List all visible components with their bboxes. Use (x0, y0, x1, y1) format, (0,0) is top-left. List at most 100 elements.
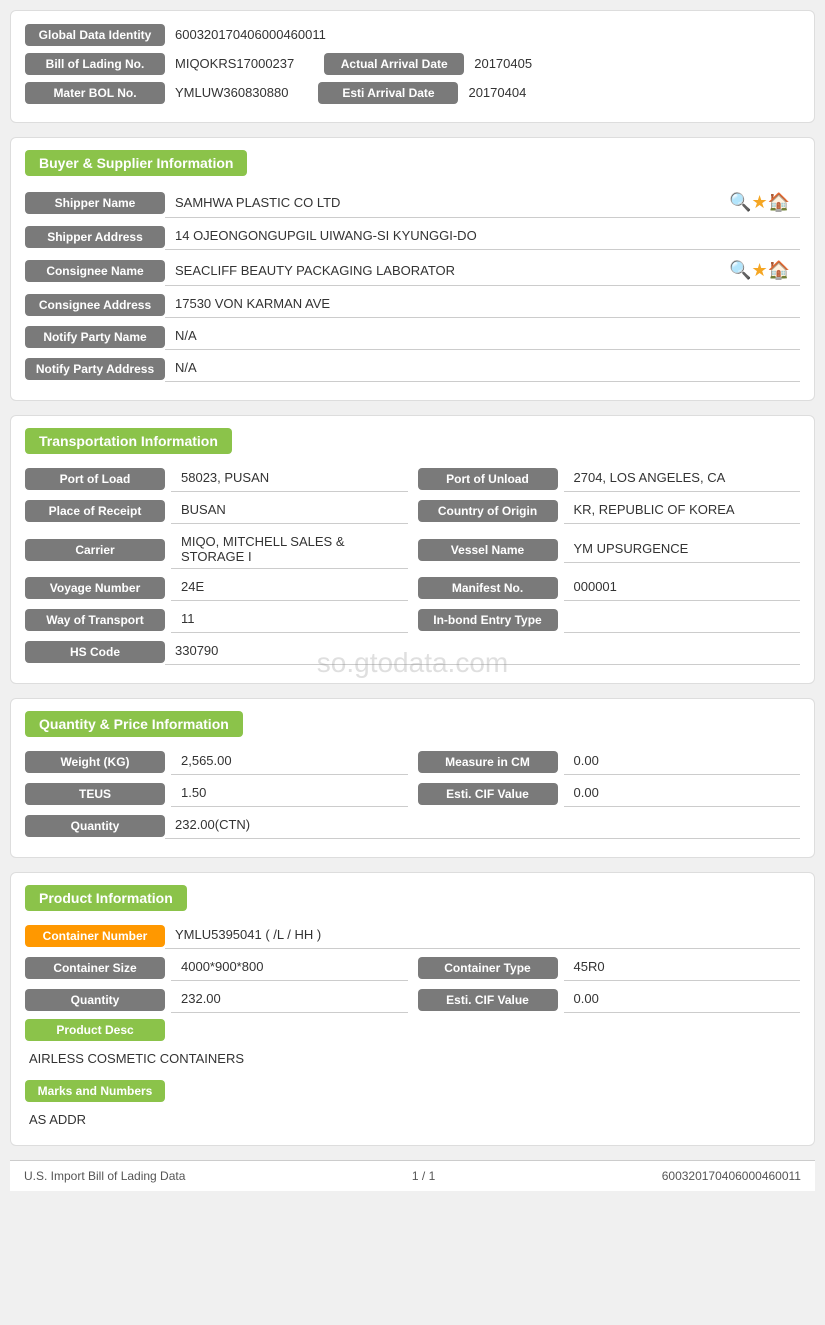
way-of-transport-value: 11 (171, 607, 408, 633)
esti-cif-value-label: Esti. CIF Value (418, 783, 558, 805)
container-size-label: Container Size (25, 957, 165, 979)
consignee-star-icon[interactable]: ★ (751, 260, 767, 281)
shipper-address-label: Shipper Address (25, 226, 165, 248)
port-of-load-value: 58023, PUSAN (171, 466, 408, 492)
shipper-name-row: Shipper Name SAMHWA PLASTIC CO LTD 🔍 ★ 🏠 (25, 188, 800, 218)
in-bond-entry-type-group: In-bond Entry Type (418, 607, 801, 633)
container-size-value: 4000*900*800 (171, 955, 408, 981)
measure-in-cm-label: Measure in CM (418, 751, 558, 773)
quantity-value: 232.00(CTN) (165, 813, 800, 839)
place-receipt-country-row: Place of Receipt BUSAN Country of Origin… (25, 498, 800, 524)
container-number-label: Container Number (25, 925, 165, 947)
voyage-manifest-row: Voyage Number 24E Manifest No. 000001 (25, 575, 800, 601)
container-type-value: 45R0 (564, 955, 801, 981)
product-desc-label: Product Desc (25, 1019, 165, 1041)
notify-party-name-label: Notify Party Name (25, 326, 165, 348)
buyer-supplier-title: Buyer & Supplier Information (25, 150, 247, 176)
shipper-home-icon[interactable]: 🏠 (768, 192, 790, 213)
way-inbond-row: Way of Transport 11 In-bond Entry Type (25, 607, 800, 633)
port-of-unload-value: 2704, LOS ANGELES, CA (564, 466, 801, 492)
measure-in-cm-value: 0.00 (564, 749, 801, 775)
hs-code-row: HS Code 330790 (25, 639, 800, 665)
teus-value: 1.50 (171, 781, 408, 807)
manifest-no-label: Manifest No. (418, 577, 558, 599)
consignee-name-row: Consignee Name SEACLIFF BEAUTY PACKAGING… (25, 256, 800, 286)
carrier-vessel-row: Carrier MIQO, MITCHELL SALES & STORAGE I… (25, 530, 800, 569)
footer-right: 600320170406000460011 (662, 1169, 801, 1183)
bill-of-lading-row: Bill of Lading No. MIQOKRS17000237 Actua… (25, 52, 800, 75)
product-desc-value: AIRLESS COSMETIC CONTAINERS (25, 1045, 800, 1072)
teus-label: TEUS (25, 783, 165, 805)
buyer-supplier-header: Buyer & Supplier Information (25, 150, 800, 176)
quantity-price-card: Quantity & Price Information Weight (KG)… (10, 698, 815, 858)
esti-cif-value-value: 0.00 (564, 781, 801, 807)
notify-party-address-row: Notify Party Address N/A (25, 356, 800, 382)
product-header: Product Information (25, 885, 800, 911)
quantity-price-title: Quantity & Price Information (25, 711, 243, 737)
actual-arrival-date-label: Actual Arrival Date (324, 53, 464, 75)
way-of-transport-group: Way of Transport 11 (25, 607, 408, 633)
shipper-address-row: Shipper Address 14 OJEONGONGUPGIL UIWANG… (25, 224, 800, 250)
vessel-name-group: Vessel Name YM UPSURGENCE (418, 530, 801, 569)
esti-arrival-date-label: Esti Arrival Date (318, 82, 458, 104)
global-data-identity-value: 600320170406000460011 (165, 23, 800, 46)
weight-kg-value: 2,565.00 (171, 749, 408, 775)
mater-bol-label: Mater BOL No. (25, 82, 165, 104)
quantity-label: Quantity (25, 815, 165, 837)
in-bond-entry-type-label: In-bond Entry Type (418, 609, 558, 631)
transportation-header: Transportation Information (25, 428, 800, 454)
shipper-search-icon[interactable]: 🔍 (729, 192, 751, 213)
product-esti-cif-value: 0.00 (564, 987, 801, 1013)
bill-of-lading-value: MIQOKRS17000237 (165, 52, 304, 75)
shipper-name-value: SAMHWA PLASTIC CO LTD (175, 195, 729, 210)
consignee-address-row: Consignee Address 17530 VON KARMAN AVE (25, 292, 800, 318)
voyage-number-value: 24E (171, 575, 408, 601)
place-of-receipt-value: BUSAN (171, 498, 408, 524)
consignee-name-value-container: SEACLIFF BEAUTY PACKAGING LABORATOR 🔍 ★ … (165, 256, 800, 286)
shipper-star-icon[interactable]: ★ (751, 192, 767, 213)
product-desc-label-row: Product Desc (25, 1019, 800, 1041)
buyer-supplier-card: Buyer & Supplier Information Shipper Nam… (10, 137, 815, 401)
marks-numbers-value: AS ADDR (25, 1106, 800, 1133)
mater-bol-row: Mater BOL No. YMLUW360830880 Esti Arriva… (25, 81, 800, 104)
product-esti-cif-label: Esti. CIF Value (418, 989, 558, 1011)
marks-numbers-label: Marks and Numbers (25, 1080, 165, 1102)
manifest-no-group: Manifest No. 000001 (418, 575, 801, 601)
port-of-load-label: Port of Load (25, 468, 165, 490)
port-of-load-group: Port of Load 58023, PUSAN (25, 466, 408, 492)
bill-of-lading-label: Bill of Lading No. (25, 53, 165, 75)
container-size-type-row: Container Size 4000*900*800 Container Ty… (25, 955, 800, 981)
footer-left: U.S. Import Bill of Lading Data (24, 1169, 185, 1183)
consignee-address-label: Consignee Address (25, 294, 165, 316)
footer-center: 1 / 1 (412, 1169, 435, 1183)
place-of-receipt-group: Place of Receipt BUSAN (25, 498, 408, 524)
carrier-label: Carrier (25, 539, 165, 561)
esti-arrival-date-pair: Esti Arrival Date 20170404 (318, 81, 558, 104)
notify-party-name-row: Notify Party Name N/A (25, 324, 800, 350)
quantity-row: Quantity 232.00(CTN) (25, 813, 800, 839)
manifest-no-value: 000001 (564, 575, 801, 601)
voyage-number-label: Voyage Number (25, 577, 165, 599)
shipper-name-value-container: SAMHWA PLASTIC CO LTD 🔍 ★ 🏠 (165, 188, 800, 218)
container-type-group: Container Type 45R0 (418, 955, 801, 981)
product-esti-cif-group: Esti. CIF Value 0.00 (418, 987, 801, 1013)
vessel-name-value: YM UPSURGENCE (564, 537, 801, 563)
container-size-group: Container Size 4000*900*800 (25, 955, 408, 981)
page: Global Data Identity 6003201704060004600… (0, 0, 825, 1325)
product-quantity-group: Quantity 232.00 (25, 987, 408, 1013)
consignee-search-icon[interactable]: 🔍 (729, 260, 751, 281)
country-of-origin-group: Country of Origin KR, REPUBLIC OF KOREA (418, 498, 801, 524)
consignee-home-icon[interactable]: 🏠 (768, 260, 790, 281)
carrier-value: MIQO, MITCHELL SALES & STORAGE I (171, 530, 408, 569)
place-of-receipt-label: Place of Receipt (25, 500, 165, 522)
way-of-transport-label: Way of Transport (25, 609, 165, 631)
mater-bol-pair: Mater BOL No. YMLUW360830880 (25, 81, 298, 104)
measure-in-cm-group: Measure in CM 0.00 (418, 749, 801, 775)
product-title: Product Information (25, 885, 187, 911)
container-number-row: Container Number YMLU5395041 ( /L / HH ) (25, 923, 800, 949)
consignee-address-value: 17530 VON KARMAN AVE (165, 292, 800, 318)
esti-arrival-date-value: 20170404 (458, 81, 558, 104)
footer: U.S. Import Bill of Lading Data 1 / 1 60… (10, 1160, 815, 1191)
port-of-unload-group: Port of Unload 2704, LOS ANGELES, CA (418, 466, 801, 492)
port-load-unload-row: Port of Load 58023, PUSAN Port of Unload… (25, 466, 800, 492)
